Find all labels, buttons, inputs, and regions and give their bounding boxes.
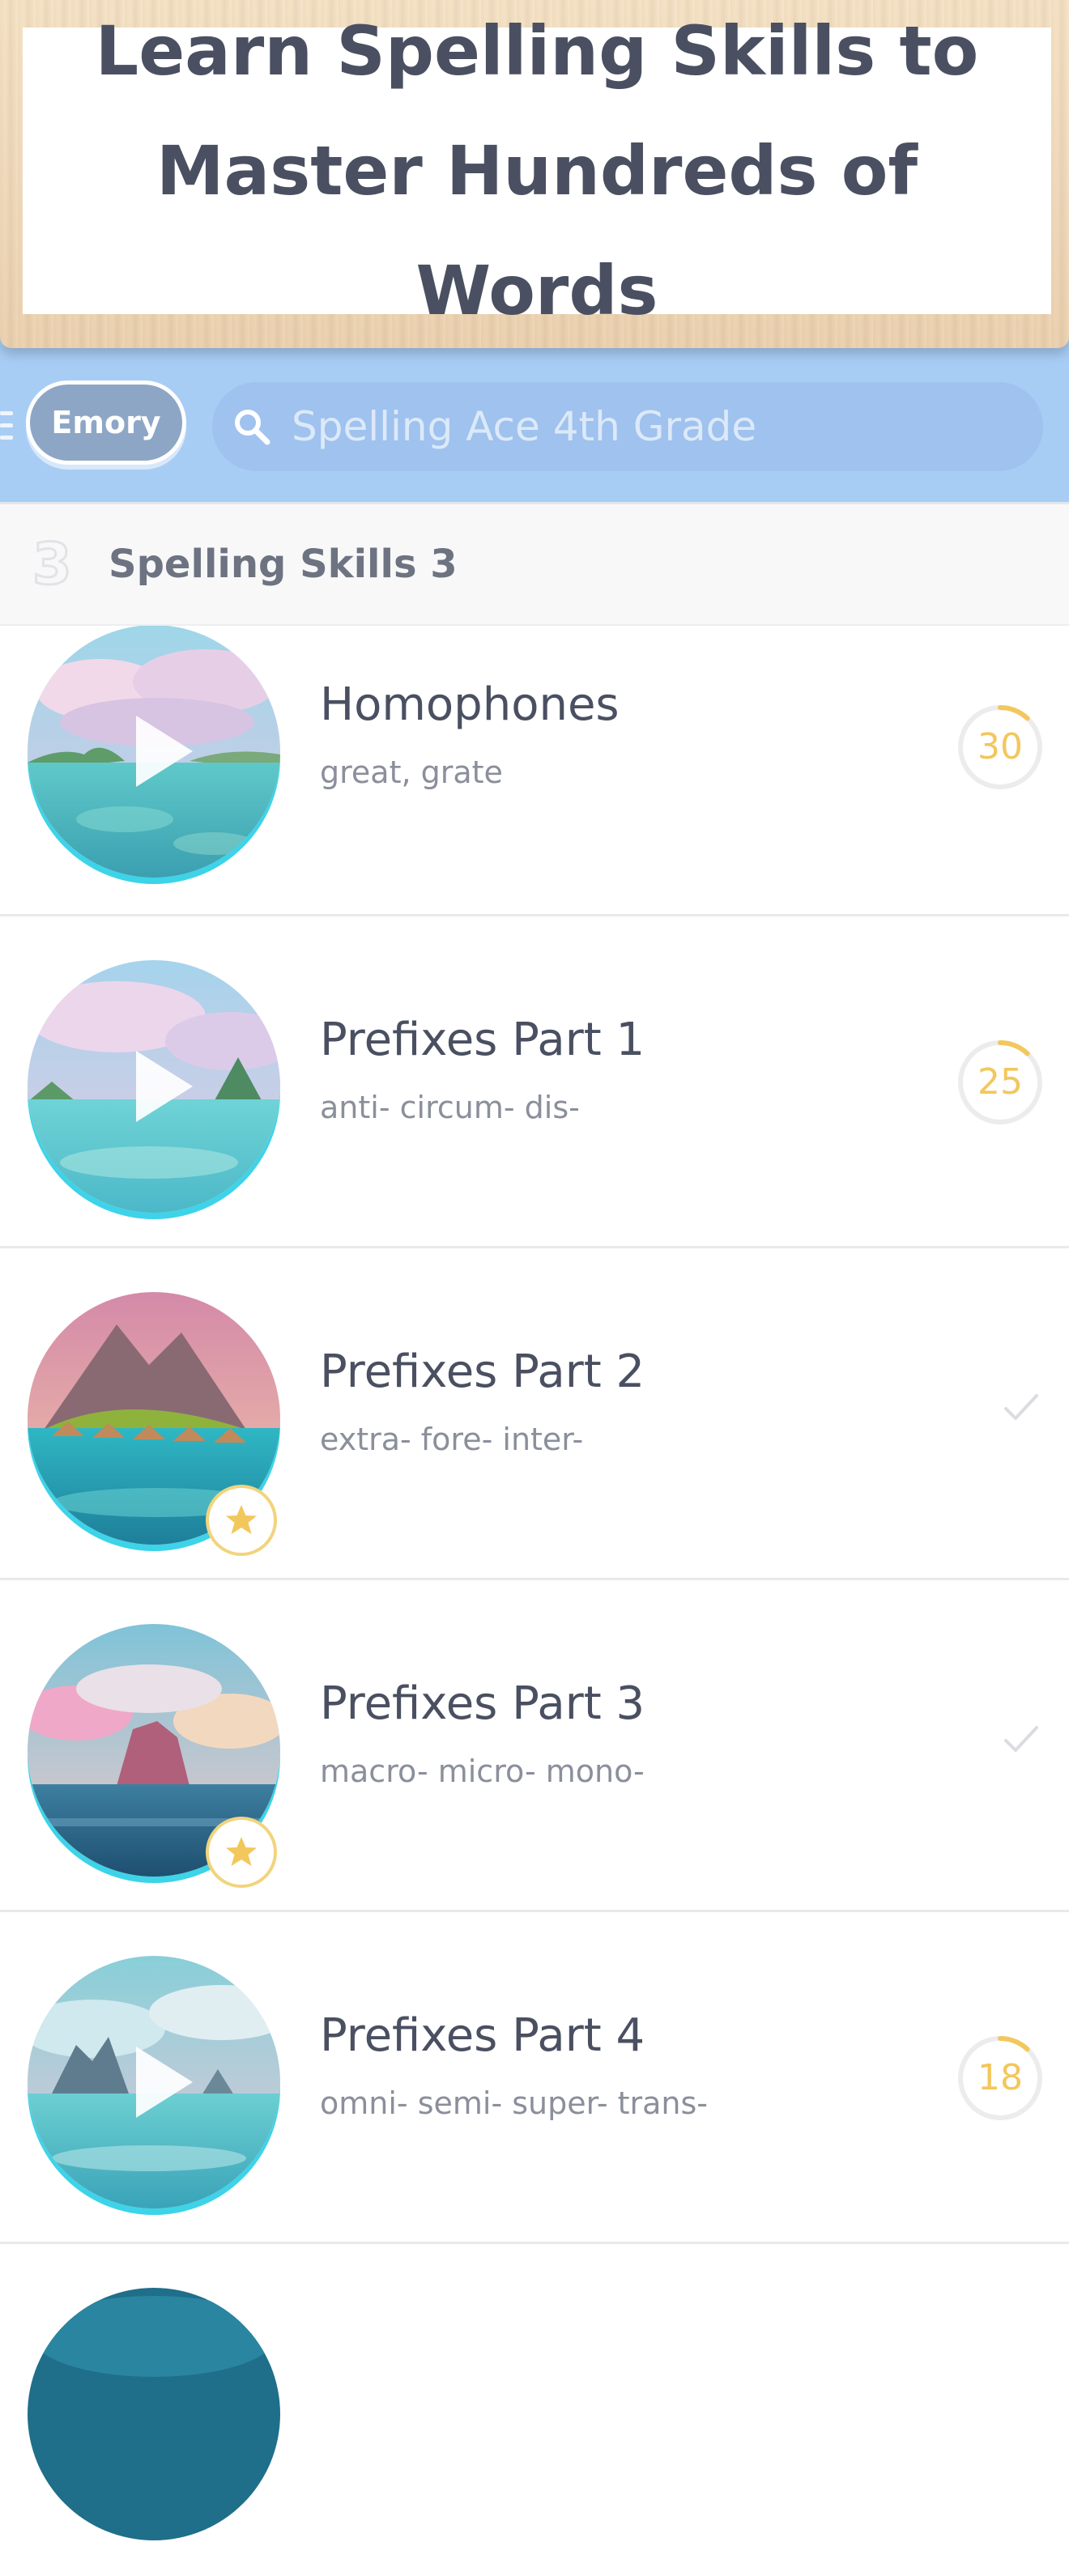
search-input[interactable]: Spelling Ace 4th Grade [212, 382, 1043, 471]
lesson-title: Prefixes Part 3 [320, 1677, 645, 1730]
search-icon [235, 410, 270, 445]
word-count: 25 [977, 1061, 1023, 1103]
play-icon [136, 1051, 193, 1122]
lesson-thumbnail[interactable] [28, 2288, 280, 2540]
search-placeholder: Spelling Ace 4th Grade [292, 403, 757, 450]
lesson-title: Prefixes Part 1 [320, 1014, 645, 1066]
lesson-thumbnail[interactable] [28, 625, 280, 878]
lesson-thumbnail[interactable] [28, 1956, 280, 2208]
lesson-thumbnail[interactable] [28, 960, 280, 1213]
progress-ring: 18 [956, 2034, 1045, 2123]
user-profile-button[interactable]: Emory [26, 380, 186, 465]
section-number: 3 [32, 531, 74, 597]
lesson-item-prefixes-part-1[interactable]: Prefixes Part 1 anti- circum- dis- 25 [0, 916, 1069, 1248]
play-icon [136, 716, 193, 787]
banner-title-line-1: Learn Spelling Skills to [95, 11, 979, 91]
check-icon [1004, 1726, 1038, 1752]
lesson-item-next[interactable] [0, 2244, 1069, 2576]
banner-card: Learn Spelling Skills to Master Hundreds… [23, 11, 1051, 330]
promo-banner: Learn Spelling Skills to Master Hundreds… [0, 0, 1069, 348]
lesson-title: Prefixes Part 4 [320, 2009, 645, 2062]
banner-title-line-2: Master Hundreds of Words [155, 131, 918, 330]
play-icon [136, 2047, 193, 2118]
lesson-subtitle: extra- fore- inter- [320, 1422, 584, 1457]
progress-ring: 25 [956, 1038, 1045, 1127]
lesson-subtitle: anti- circum- dis- [320, 1090, 580, 1125]
star-icon [226, 1505, 257, 1534]
lesson-subtitle: omni- semi- super- trans- [320, 2085, 709, 2121]
section-header: 3 Spelling Skills 3 [0, 504, 1069, 626]
progress-ring: 30 [956, 703, 1045, 792]
check-icon [1004, 1394, 1038, 1420]
lesson-subtitle: great, grate [320, 755, 503, 790]
star-icon [226, 1837, 257, 1866]
completed-star-badge [206, 1817, 277, 1888]
lesson-item-homophones[interactable]: Homophones great, grate 30 [0, 625, 1069, 916]
section-title: Spelling Skills 3 [109, 542, 458, 587]
completed-star-badge [206, 1485, 277, 1556]
lesson-title: Prefixes Part 2 [320, 1345, 645, 1398]
lesson-subtitle: macro- micro- mono- [320, 1753, 645, 1789]
menu-icon[interactable] [0, 411, 13, 444]
banner-title: Learn Spelling Skills to Master Hundreds… [35, 0, 1039, 351]
word-count: 30 [977, 726, 1023, 767]
lesson-item-prefixes-part-4[interactable]: Prefixes Part 4 omni- semi- super- trans… [0, 1912, 1069, 2244]
word-count: 18 [977, 2057, 1023, 2098]
lesson-item-prefixes-part-3[interactable]: Prefixes Part 3 macro- micro- mono- [0, 1580, 1069, 1912]
lesson-item-prefixes-part-2[interactable]: Prefixes Part 2 extra- fore- inter- [0, 1248, 1069, 1580]
lesson-list: Homophones great, grate 30 Prefixes Part… [0, 625, 1069, 2576]
lesson-title: Homophones [320, 678, 620, 731]
